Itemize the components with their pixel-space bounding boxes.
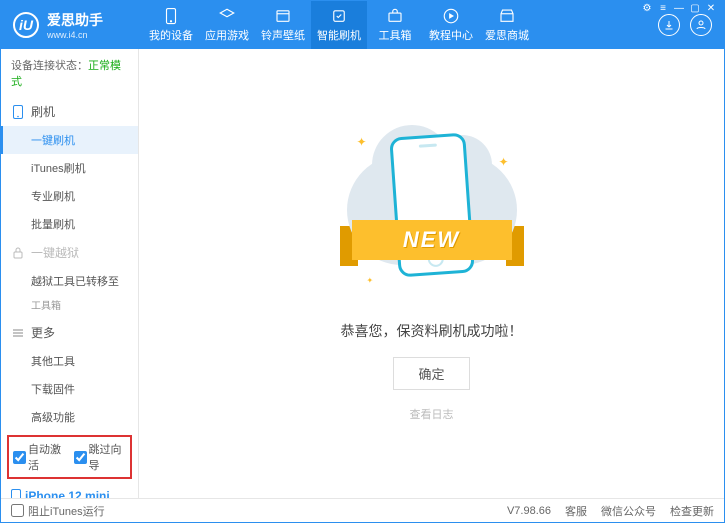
- more-icon: [11, 327, 25, 339]
- side-batch-flash[interactable]: 批量刷机: [1, 210, 138, 238]
- nav-apps[interactable]: 应用游戏: [199, 1, 255, 49]
- group-more[interactable]: 更多: [1, 318, 138, 347]
- nav-store[interactable]: 爱思商城: [479, 1, 535, 49]
- nav-label: 我的设备: [149, 27, 193, 43]
- group-label: 更多: [31, 324, 55, 341]
- nav-device[interactable]: 我的设备: [143, 1, 199, 49]
- body: 设备连接状态：正常模式 刷机一键刷机iTunes刷机专业刷机批量刷机一键越狱越狱…: [1, 49, 724, 498]
- group-jailbreak[interactable]: 一键越狱: [1, 238, 138, 267]
- checkbox-auto-activate[interactable]: 自动激活: [13, 441, 66, 473]
- side-other-tools[interactable]: 其他工具: [1, 347, 138, 375]
- nav-label: 工具箱: [379, 27, 412, 43]
- app-logo: iU 爱思助手 www.i4.cn: [13, 10, 133, 40]
- nav-ringtone[interactable]: 铃声壁纸: [255, 1, 311, 49]
- sidebar: 设备连接状态：正常模式 刷机一键刷机iTunes刷机专业刷机批量刷机一键越狱越狱…: [1, 49, 139, 498]
- group-label: 一键越狱: [31, 244, 79, 261]
- group-flash[interactable]: 刷机: [1, 97, 138, 126]
- device-info[interactable]: iPhone 12 mini 64GB Down-12mini-13,1: [1, 483, 138, 498]
- support-link[interactable]: 客服: [565, 503, 587, 519]
- side-oneclick-flash[interactable]: 一键刷机: [1, 126, 138, 154]
- user-button[interactable]: [690, 14, 712, 36]
- version-label: V7.98.66: [507, 505, 551, 517]
- toolbox-icon: [386, 7, 404, 25]
- download-button[interactable]: [658, 14, 680, 36]
- app-window: ⚙ ≡ — ▢ ✕ iU 爱思助手 www.i4.cn 我的设备应用游戏铃声壁纸…: [0, 0, 725, 523]
- phone-icon: [162, 7, 180, 25]
- side-itunes-flash[interactable]: iTunes刷机: [1, 154, 138, 182]
- view-log-link[interactable]: 查看日志: [410, 406, 454, 422]
- side-download-fw[interactable]: 下载固件: [1, 375, 138, 403]
- phone-icon: [11, 489, 21, 498]
- tutorial-icon: [442, 7, 460, 25]
- side-jb-moved[interactable]: 越狱工具已转移至: [1, 267, 138, 295]
- nav-flash[interactable]: 智能刷机: [311, 1, 367, 49]
- main-content: NEW ✦✦✦ 恭喜您，保资料刷机成功啦！ 确定 查看日志: [139, 49, 724, 498]
- store-icon: [498, 7, 516, 25]
- nav-label: 智能刷机: [317, 27, 361, 43]
- phone-icon: [11, 105, 25, 119]
- header-bar: iU 爱思助手 www.i4.cn 我的设备应用游戏铃声壁纸智能刷机 工具箱 教程中…: [1, 1, 724, 49]
- wechat-link[interactable]: 微信公众号: [601, 503, 656, 519]
- maximize-icon[interactable]: ▢: [688, 3, 702, 14]
- flash-options-box: 自动激活 跳过向导: [7, 435, 132, 479]
- close-icon[interactable]: ✕: [704, 3, 718, 14]
- logo-icon: iU: [13, 12, 39, 38]
- nav-label: 爱思商城: [485, 27, 529, 43]
- minimize-icon[interactable]: —: [672, 3, 686, 14]
- device-status: 设备连接状态：正常模式: [1, 49, 138, 97]
- menu-icon[interactable]: ≡: [656, 3, 670, 14]
- apps-icon: [218, 7, 236, 25]
- ok-button[interactable]: 确定: [393, 357, 469, 390]
- footer-bar: 阻止iTunes运行 V7.98.66 客服 微信公众号 检查更新: [1, 498, 724, 522]
- side-advanced[interactable]: 高级功能: [1, 403, 138, 431]
- flash-icon: [330, 7, 348, 25]
- app-url: www.i4.cn: [47, 30, 103, 40]
- app-name: 爱思助手: [47, 10, 103, 30]
- main-nav: 我的设备应用游戏铃声壁纸智能刷机 工具箱 教程中心爱思商城: [143, 1, 535, 49]
- side-jb-moved-sub: 工具箱: [1, 295, 138, 318]
- checkbox-skip-guide[interactable]: 跳过向导: [74, 441, 127, 473]
- lock-icon: [11, 247, 25, 259]
- nav-toolbox[interactable]: 工具箱: [367, 1, 423, 49]
- window-controls: ⚙ ≡ — ▢ ✕: [640, 3, 718, 14]
- nav-tutorial[interactable]: 教程中心: [423, 1, 479, 49]
- success-illustration: NEW ✦✦✦: [347, 125, 517, 295]
- group-label: 刷机: [31, 103, 55, 120]
- success-message: 恭喜您，保资料刷机成功啦！: [341, 321, 523, 341]
- nav-label: 教程中心: [429, 27, 473, 43]
- checkbox-block-itunes[interactable]: 阻止iTunes运行: [11, 503, 105, 519]
- wallpaper-icon: [274, 7, 292, 25]
- side-pro-flash[interactable]: 专业刷机: [1, 182, 138, 210]
- nav-label: 应用游戏: [205, 27, 249, 43]
- settings-icon[interactable]: ⚙: [640, 3, 654, 14]
- nav-label: 铃声壁纸: [261, 27, 305, 43]
- update-link[interactable]: 检查更新: [670, 503, 714, 519]
- device-name-label: iPhone 12 mini: [25, 489, 110, 498]
